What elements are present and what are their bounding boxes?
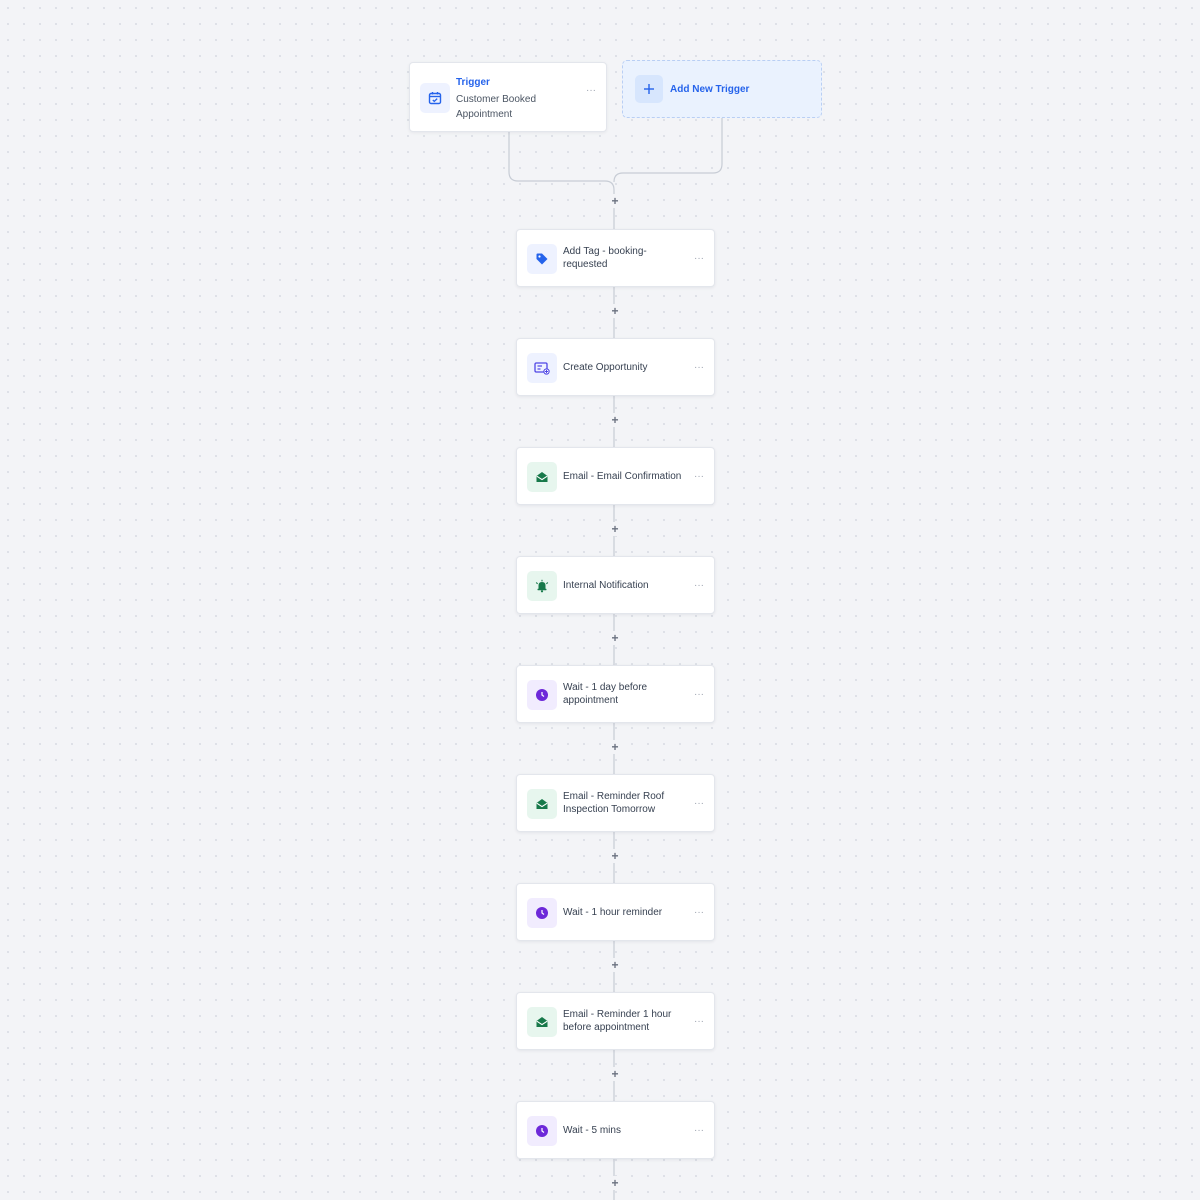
email-icon [527, 462, 557, 492]
step-menu-icon[interactable]: ··· [694, 690, 704, 700]
step-label: Email - Reminder 1 hour before appointme… [563, 1009, 672, 1033]
trigger-card[interactable]: Trigger Customer Booked Appointment ··· [409, 62, 607, 132]
step-label: Internal Notification [563, 579, 649, 591]
trigger-menu-icon[interactable]: ··· [586, 86, 596, 96]
step-email-reminder-1-hour[interactable]: Email - Reminder 1 hour before appointme… [516, 992, 715, 1050]
add-new-trigger-button[interactable]: Add New Trigger [622, 60, 822, 118]
step-menu-icon[interactable]: ··· [694, 581, 704, 591]
add-step-button[interactable]: + [608, 522, 622, 536]
add-step-button[interactable]: + [608, 958, 622, 972]
trigger-connector [508, 132, 615, 191]
step-menu-icon[interactable]: ··· [694, 363, 704, 373]
add-step-button[interactable]: + [608, 849, 622, 863]
add-step-button[interactable]: + [608, 740, 622, 754]
email-icon [527, 1007, 557, 1037]
plus-icon [635, 75, 663, 103]
tag-icon [527, 244, 557, 274]
add-step-button[interactable]: + [608, 1176, 622, 1190]
step-label: Wait - 1 hour reminder [563, 906, 663, 918]
step-menu-icon[interactable]: ··· [694, 472, 704, 482]
add-step-button[interactable]: + [608, 194, 622, 208]
opportunity-icon [527, 353, 557, 383]
add-step-button[interactable]: + [608, 304, 622, 318]
workflow-canvas[interactable]: Trigger Customer Booked Appointment ··· … [0, 0, 1200, 1200]
step-email-confirmation[interactable]: Email - Email Confirmation ··· [516, 447, 715, 505]
add-new-trigger-label: Add New Trigger [670, 84, 750, 95]
add-trigger-connector [613, 118, 723, 183]
step-internal-notification[interactable]: Internal Notification ··· [516, 556, 715, 614]
step-wait-1-hour[interactable]: Wait - 1 hour reminder ··· [516, 883, 715, 941]
clock-icon [527, 1116, 557, 1146]
step-label: Email - Email Confirmation [563, 470, 682, 482]
email-icon [527, 789, 557, 819]
step-label: Create Opportunity [563, 361, 648, 373]
calendar-icon [420, 83, 450, 113]
step-menu-icon[interactable]: ··· [694, 254, 704, 264]
step-label: Email - Reminder Roof Inspection Tomorro… [563, 791, 665, 815]
step-menu-icon[interactable]: ··· [694, 908, 704, 918]
clock-icon [527, 898, 557, 928]
step-menu-icon[interactable]: ··· [694, 1017, 704, 1027]
step-wait-1-day[interactable]: Wait - 1 day before appointment ··· [516, 665, 715, 723]
add-step-button[interactable]: + [608, 1067, 622, 1081]
trigger-label: Trigger [456, 77, 490, 88]
step-create-opportunity[interactable]: Create Opportunity ··· [516, 338, 715, 396]
step-wait-5-mins[interactable]: Wait - 5 mins ··· [516, 1101, 715, 1159]
step-label: Wait - 1 day before appointment [563, 682, 648, 706]
step-label: Add Tag - booking-requested [563, 246, 647, 270]
step-menu-icon[interactable]: ··· [694, 799, 704, 809]
bell-icon [527, 571, 557, 601]
step-add-tag[interactable]: Add Tag - booking-requested ··· [516, 229, 715, 287]
step-menu-icon[interactable]: ··· [694, 1126, 704, 1136]
step-email-reminder-roof-inspection[interactable]: Email - Reminder Roof Inspection Tomorro… [516, 774, 715, 832]
trigger-name: Customer Booked Appointment [456, 94, 537, 120]
clock-icon [527, 680, 557, 710]
add-step-button[interactable]: + [608, 631, 622, 645]
step-label: Wait - 5 mins [563, 1124, 621, 1136]
add-step-button[interactable]: + [608, 413, 622, 427]
